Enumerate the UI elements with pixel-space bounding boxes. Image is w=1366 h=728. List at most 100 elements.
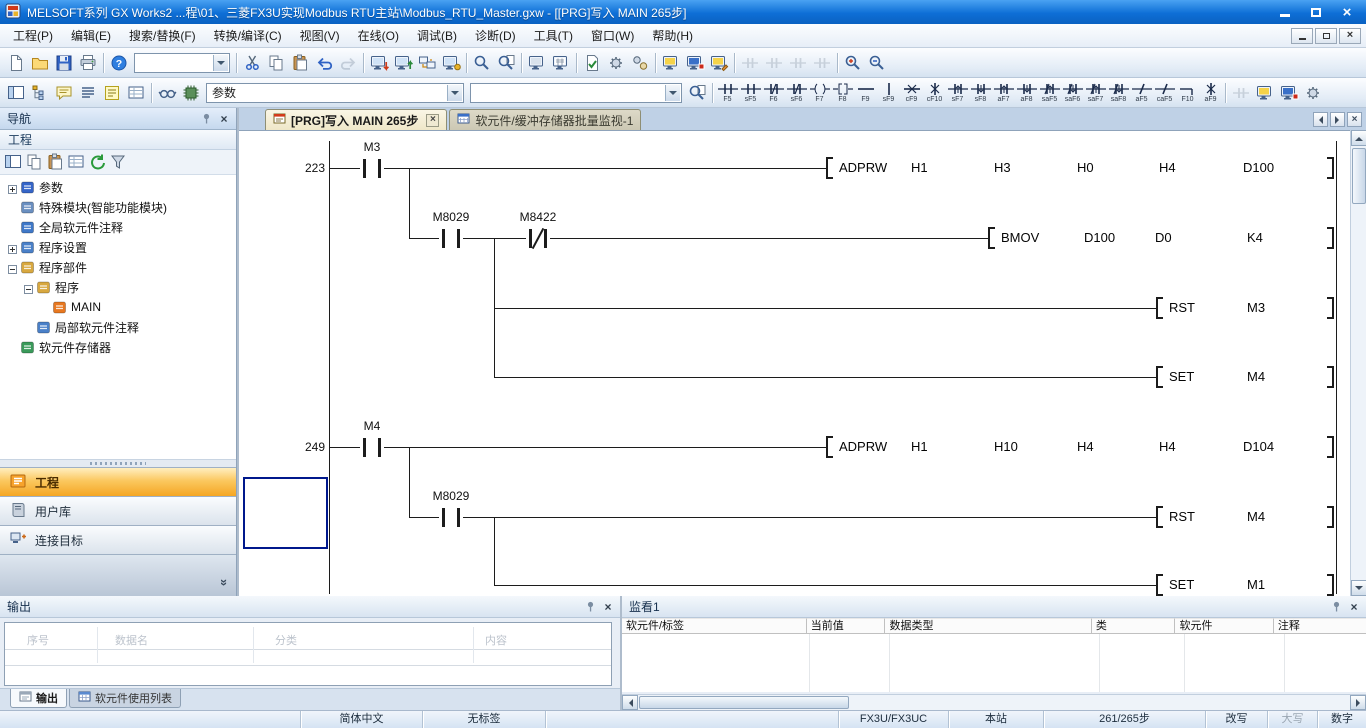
ladder-invert-branch-button[interactable]: caF5 — [1153, 79, 1176, 107]
inline-st-icon[interactable] — [1229, 81, 1253, 105]
ladder-rising-pulse-close-button[interactable]: saF5 — [1038, 79, 1061, 107]
watch-column-header-3[interactable]: 类 — [1092, 618, 1176, 634]
tree-item-1[interactable]: 特殊模块(智能功能模块) — [0, 197, 236, 217]
watch-horizontal-scrollbar[interactable] — [622, 694, 1366, 710]
ladder-rising-pulse-branch-button[interactable]: aF7 — [992, 79, 1015, 107]
close-icon[interactable]: × — [216, 111, 232, 127]
child-restore-button[interactable] — [1315, 28, 1337, 44]
navigation-window-icon[interactable] — [4, 81, 28, 105]
watch-column-header-1[interactable]: 当前值 — [807, 618, 886, 634]
tab-scroll-left-icon[interactable] — [1313, 112, 1328, 127]
monitor-start-icon[interactable] — [659, 51, 683, 75]
menu-item-9[interactable]: 窗口(W) — [582, 23, 643, 48]
ladder-contact-M8029[interactable] — [439, 508, 463, 527]
ladder-pane[interactable]: 223M3ADPRWH1H3H0H4D100M8029M8422BMOVD100… — [239, 130, 1350, 596]
ladder-edit-icon-4[interactable] — [810, 51, 834, 75]
tree-item-6[interactable]: MAIN — [0, 297, 236, 317]
cut-icon[interactable] — [240, 51, 264, 75]
output-close-icon[interactable]: × — [600, 599, 616, 615]
ladder-falling-pulse-button[interactable]: sF8 — [969, 79, 992, 107]
tree-tool-paste-icon[interactable] — [45, 152, 66, 173]
menu-item-7[interactable]: 诊断(D) — [466, 23, 525, 48]
menu-item-0[interactable]: 工程(P) — [4, 23, 62, 48]
tab-close-icon[interactable]: × — [1347, 112, 1362, 127]
child-close-button[interactable]: × — [1339, 28, 1361, 44]
tree-item-5[interactable]: 程序 — [0, 277, 236, 297]
tree-tool-refresh-icon[interactable] — [87, 152, 108, 173]
tree-item-3[interactable]: 程序设置 — [0, 237, 236, 257]
watch-window-icon[interactable] — [155, 81, 179, 105]
scroll-right-icon[interactable] — [1350, 695, 1366, 710]
comment-display-icon[interactable] — [52, 81, 76, 105]
tree-tool-filter-icon[interactable] — [108, 152, 129, 173]
statement-display-icon[interactable] — [76, 81, 100, 105]
intelligent-module-icon[interactable] — [179, 81, 203, 105]
scroll-up-icon[interactable] — [1351, 130, 1366, 146]
option-icon[interactable] — [1301, 81, 1325, 105]
child-minimize-button[interactable] — [1291, 28, 1313, 44]
ladder-open-branch-button[interactable]: sF5 — [739, 79, 762, 107]
write-to-plc-icon[interactable] — [367, 51, 391, 75]
ladder-delete-line-button[interactable]: aF9 — [1199, 79, 1222, 107]
ladder-horizontal-line-button[interactable]: F9 — [854, 79, 877, 107]
window-select-combo-dropdown-icon[interactable] — [213, 55, 228, 71]
device-display-icon[interactable] — [525, 51, 549, 75]
tree-tool-copy-icon[interactable] — [24, 152, 45, 173]
ladder-delete-horizontal-button[interactable]: cF9 — [900, 79, 923, 107]
output-pin-icon[interactable] — [582, 599, 598, 615]
ladder-edit-icon-1[interactable] — [738, 51, 762, 75]
read-mode-icon[interactable] — [1277, 81, 1301, 105]
ladder-delete-vertical-button[interactable]: cF10 — [923, 79, 946, 107]
tree-item-2[interactable]: 全局软元件注释 — [0, 217, 236, 237]
ladder-contact-M4[interactable] — [360, 438, 384, 457]
minimize-button[interactable] — [1271, 3, 1299, 21]
document-tab-0[interactable]: [PRG]写入 MAIN 265步× — [265, 109, 447, 130]
ladder-line-branch-button[interactable]: F10 — [1176, 79, 1199, 107]
menu-item-5[interactable]: 在线(O) — [349, 23, 408, 48]
panel-drag-handle[interactable] — [0, 459, 236, 467]
tab-close-icon[interactable]: × — [426, 114, 439, 127]
nav-button-1[interactable]: 用户库 — [0, 496, 236, 525]
close-button[interactable]: × — [1333, 3, 1361, 21]
output-tab-1[interactable]: 软元件使用列表 — [69, 689, 181, 708]
new-project-icon[interactable] — [4, 51, 28, 75]
menu-item-4[interactable]: 视图(V) — [291, 23, 349, 48]
ladder-edit-icon-2[interactable] — [762, 51, 786, 75]
nav-button-2[interactable]: 连接目标 — [0, 525, 236, 554]
undo-icon[interactable] — [312, 51, 336, 75]
tree-expander-icon[interactable] — [24, 283, 33, 292]
tree-expander-icon[interactable] — [8, 263, 17, 272]
device-display2-icon[interactable] — [124, 81, 148, 105]
zoom-out-icon[interactable] — [865, 51, 889, 75]
build-icon[interactable] — [604, 51, 628, 75]
read-from-plc-icon[interactable] — [391, 51, 415, 75]
maximize-button[interactable] — [1302, 3, 1330, 21]
project-tree-icon[interactable] — [28, 81, 52, 105]
print-icon[interactable] — [76, 51, 100, 75]
menu-item-10[interactable]: 帮助(H) — [643, 23, 702, 48]
ladder-vertical-line-button[interactable]: sF9 — [877, 79, 900, 107]
watch-column-header-0[interactable]: 软元件/标签 — [622, 618, 807, 634]
data-select-combo[interactable]: 参数 — [206, 83, 464, 103]
ladder-application-instruction-button[interactable]: F8 — [831, 79, 854, 107]
zoom-in-icon[interactable] — [841, 51, 865, 75]
verify-with-plc-icon[interactable] — [415, 51, 439, 75]
watch-pin-icon[interactable] — [1328, 599, 1344, 615]
remote-operation-icon[interactable] — [439, 51, 463, 75]
device-search-icon[interactable] — [470, 51, 494, 75]
watch-column-header-5[interactable]: 注释 — [1274, 618, 1366, 634]
ladder-contact-M8422[interactable] — [526, 229, 550, 248]
output-tab-0[interactable]: 输出 — [10, 689, 67, 708]
tree-item-4[interactable]: 程序部件 — [0, 257, 236, 277]
ladder-contact-M3[interactable] — [360, 159, 384, 178]
rebuild-all-icon[interactable] — [628, 51, 652, 75]
menu-item-1[interactable]: 编辑(E) — [62, 23, 120, 48]
menu-item-8[interactable]: 工具(T) — [525, 23, 582, 48]
pin-icon[interactable] — [198, 111, 214, 127]
watch-close-icon[interactable]: × — [1346, 599, 1362, 615]
tree-expander-icon[interactable] — [8, 243, 17, 252]
find-next-icon[interactable] — [685, 81, 709, 105]
ladder-falling-pulse-close-button[interactable]: saF6 — [1061, 79, 1084, 107]
ladder-coil-button[interactable]: F7 — [808, 79, 831, 107]
ladder-contact-M8029[interactable] — [439, 229, 463, 248]
